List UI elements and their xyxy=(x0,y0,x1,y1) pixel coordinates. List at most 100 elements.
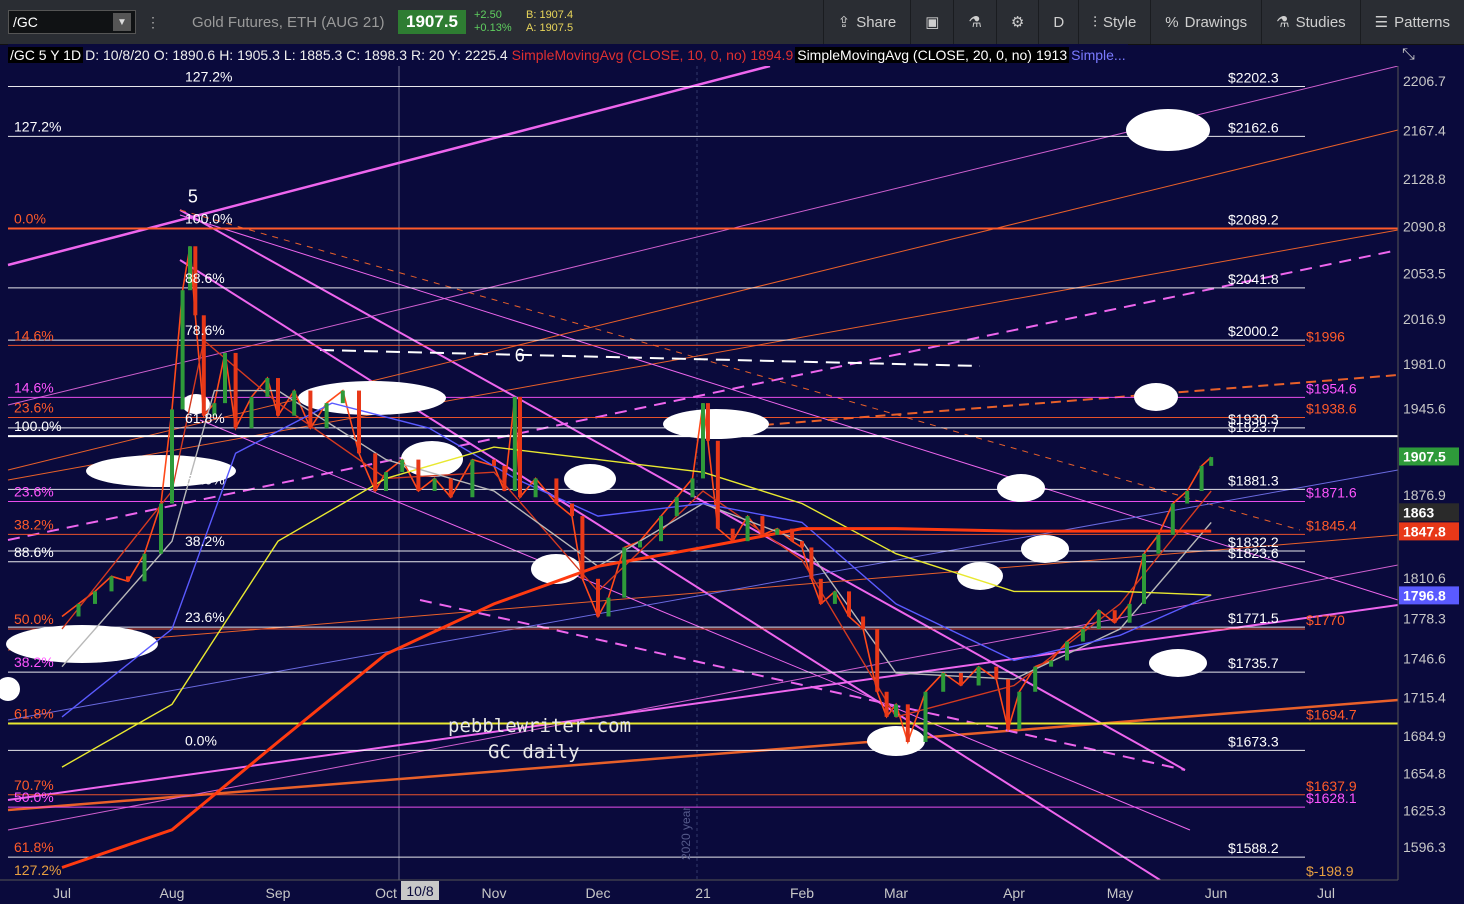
candle xyxy=(715,440,720,529)
candle xyxy=(180,290,185,410)
candle xyxy=(1142,553,1146,604)
candle xyxy=(233,352,238,429)
candle xyxy=(760,516,765,535)
level-value: $1735.7 xyxy=(1228,655,1279,671)
candle xyxy=(701,403,705,479)
candle xyxy=(994,666,999,680)
candle xyxy=(512,396,517,491)
level-value: $2041.8 xyxy=(1228,271,1279,287)
chevron-down-icon[interactable]: ▼ xyxy=(113,13,131,31)
level-value: $1770 xyxy=(1306,612,1345,628)
patterns-button[interactable]: ☰ Patterns xyxy=(1359,0,1464,44)
y-tick-label: 1810.6 xyxy=(1403,570,1446,586)
fib-label: 23.6% xyxy=(14,484,54,500)
legend-sma20[interactable]: SimpleMovingAvg (CLOSE, 20, 0, no) xyxy=(795,47,1034,63)
x-tick-label: Jul xyxy=(1317,885,1335,901)
candle xyxy=(861,616,866,630)
legend-more[interactable]: Simple... xyxy=(1069,47,1127,63)
candle xyxy=(1017,691,1022,730)
candle xyxy=(249,396,254,429)
drawings-button[interactable]: % Drawings xyxy=(1150,0,1261,44)
price-chart[interactable]: 127.2% 127.2% 0.0% 100.0% 88.6% 78.6% 14.6% 14.… xyxy=(0,66,1464,904)
candle xyxy=(1199,465,1204,491)
symbol-selector[interactable]: /GC ▼ xyxy=(8,10,136,34)
price-change: +2.50 +0.13% xyxy=(474,9,512,34)
timeframe-button[interactable]: D xyxy=(1038,0,1078,44)
settings-button[interactable]: ⚙ xyxy=(995,0,1038,44)
candle xyxy=(1006,679,1011,730)
candles-icon: ⫶ xyxy=(1093,13,1097,31)
fib-label: 23.6% xyxy=(14,399,54,415)
candle xyxy=(357,390,361,454)
candle xyxy=(894,704,898,717)
pattern-icon: ☰ xyxy=(1374,14,1389,31)
toolbar: /GC ▼ ⋮ Gold Futures, ETH (AUG 21) 1907.… xyxy=(0,0,1464,45)
candle xyxy=(1033,666,1038,692)
candle xyxy=(875,629,880,692)
y-tick-label: 2206.7 xyxy=(1403,73,1446,89)
level-value: $2202.3 xyxy=(1228,70,1279,86)
fib-label: 100.0% xyxy=(14,418,61,434)
candle xyxy=(432,478,437,491)
screenshot-button[interactable]: ▣ xyxy=(910,0,953,44)
candle xyxy=(1170,503,1175,535)
candle xyxy=(580,516,585,579)
symbol-text: /GC xyxy=(13,14,38,30)
highlight-ellipse xyxy=(531,554,581,584)
expand-icon[interactable]: ⤡ xyxy=(1402,46,1415,64)
candle xyxy=(1112,610,1117,623)
candle xyxy=(905,704,910,742)
year-marker: 2020 year xyxy=(679,807,693,860)
share-button[interactable]: ⇪ Share xyxy=(822,0,911,44)
highlight-ellipse xyxy=(1149,649,1207,677)
x-tick-label: Apr xyxy=(1003,885,1025,901)
fib-label: 50.0% xyxy=(14,611,54,627)
legend-symbol: /GC 5 Y 1D xyxy=(8,47,84,63)
link-icon[interactable]: ⋮ xyxy=(146,14,160,31)
legend-range: R: 20 xyxy=(411,47,445,63)
fib-label: 61.8% xyxy=(14,839,54,855)
candle xyxy=(448,478,453,498)
candle xyxy=(340,390,345,404)
candle xyxy=(1096,610,1101,630)
candle xyxy=(730,528,735,542)
x-tick-label: 21 xyxy=(695,885,711,901)
candle xyxy=(384,472,388,491)
candle xyxy=(373,453,378,491)
candle xyxy=(775,528,780,535)
y-tick-label: 2167.4 xyxy=(1403,122,1446,138)
highlight-ellipse xyxy=(997,474,1045,502)
highlight-ellipse xyxy=(663,409,769,439)
fib-label: 100.0% xyxy=(185,210,232,226)
candle xyxy=(308,390,313,429)
level-value: $1628.1 xyxy=(1306,790,1357,806)
x-tick-label: May xyxy=(1107,885,1133,901)
fib-label: 127.2% xyxy=(14,862,61,878)
candle xyxy=(142,553,147,582)
y-tick-label: 2090.8 xyxy=(1403,218,1446,234)
candle xyxy=(790,528,795,542)
beaker-button[interactable]: ⚗ xyxy=(953,0,995,44)
fib-label: 88.6% xyxy=(14,544,54,560)
candle xyxy=(1156,534,1161,554)
studies-button[interactable]: ⚗ Studies xyxy=(1261,0,1360,44)
legend-sma10[interactable]: SimpleMovingAvg (CLOSE, 10, 0, no) xyxy=(510,47,749,63)
price-badge-label: 1907.5 xyxy=(1403,448,1446,464)
level-value: $1588.2 xyxy=(1228,840,1279,856)
candle xyxy=(1209,457,1214,466)
candle xyxy=(832,591,837,604)
watermark-site: pebblewriter.com xyxy=(448,715,631,737)
candle xyxy=(800,541,804,548)
flask-icon: ⚗ xyxy=(968,14,982,31)
candle xyxy=(622,547,627,598)
share-icon: ⇪ xyxy=(837,14,851,31)
x-tick-label: Nov xyxy=(482,885,507,901)
candle xyxy=(324,403,329,429)
legend-date: D: 10/8/20 xyxy=(85,47,150,63)
fib-label: 61.8% xyxy=(14,706,54,722)
candle xyxy=(400,459,405,473)
bid-ask: B: 1907.4 A: 1907.5 xyxy=(526,9,574,34)
level-value: $1673.3 xyxy=(1228,733,1279,749)
style-button[interactable]: ⫶ Style xyxy=(1078,0,1150,44)
y-tick-label: 1945.6 xyxy=(1403,401,1446,417)
